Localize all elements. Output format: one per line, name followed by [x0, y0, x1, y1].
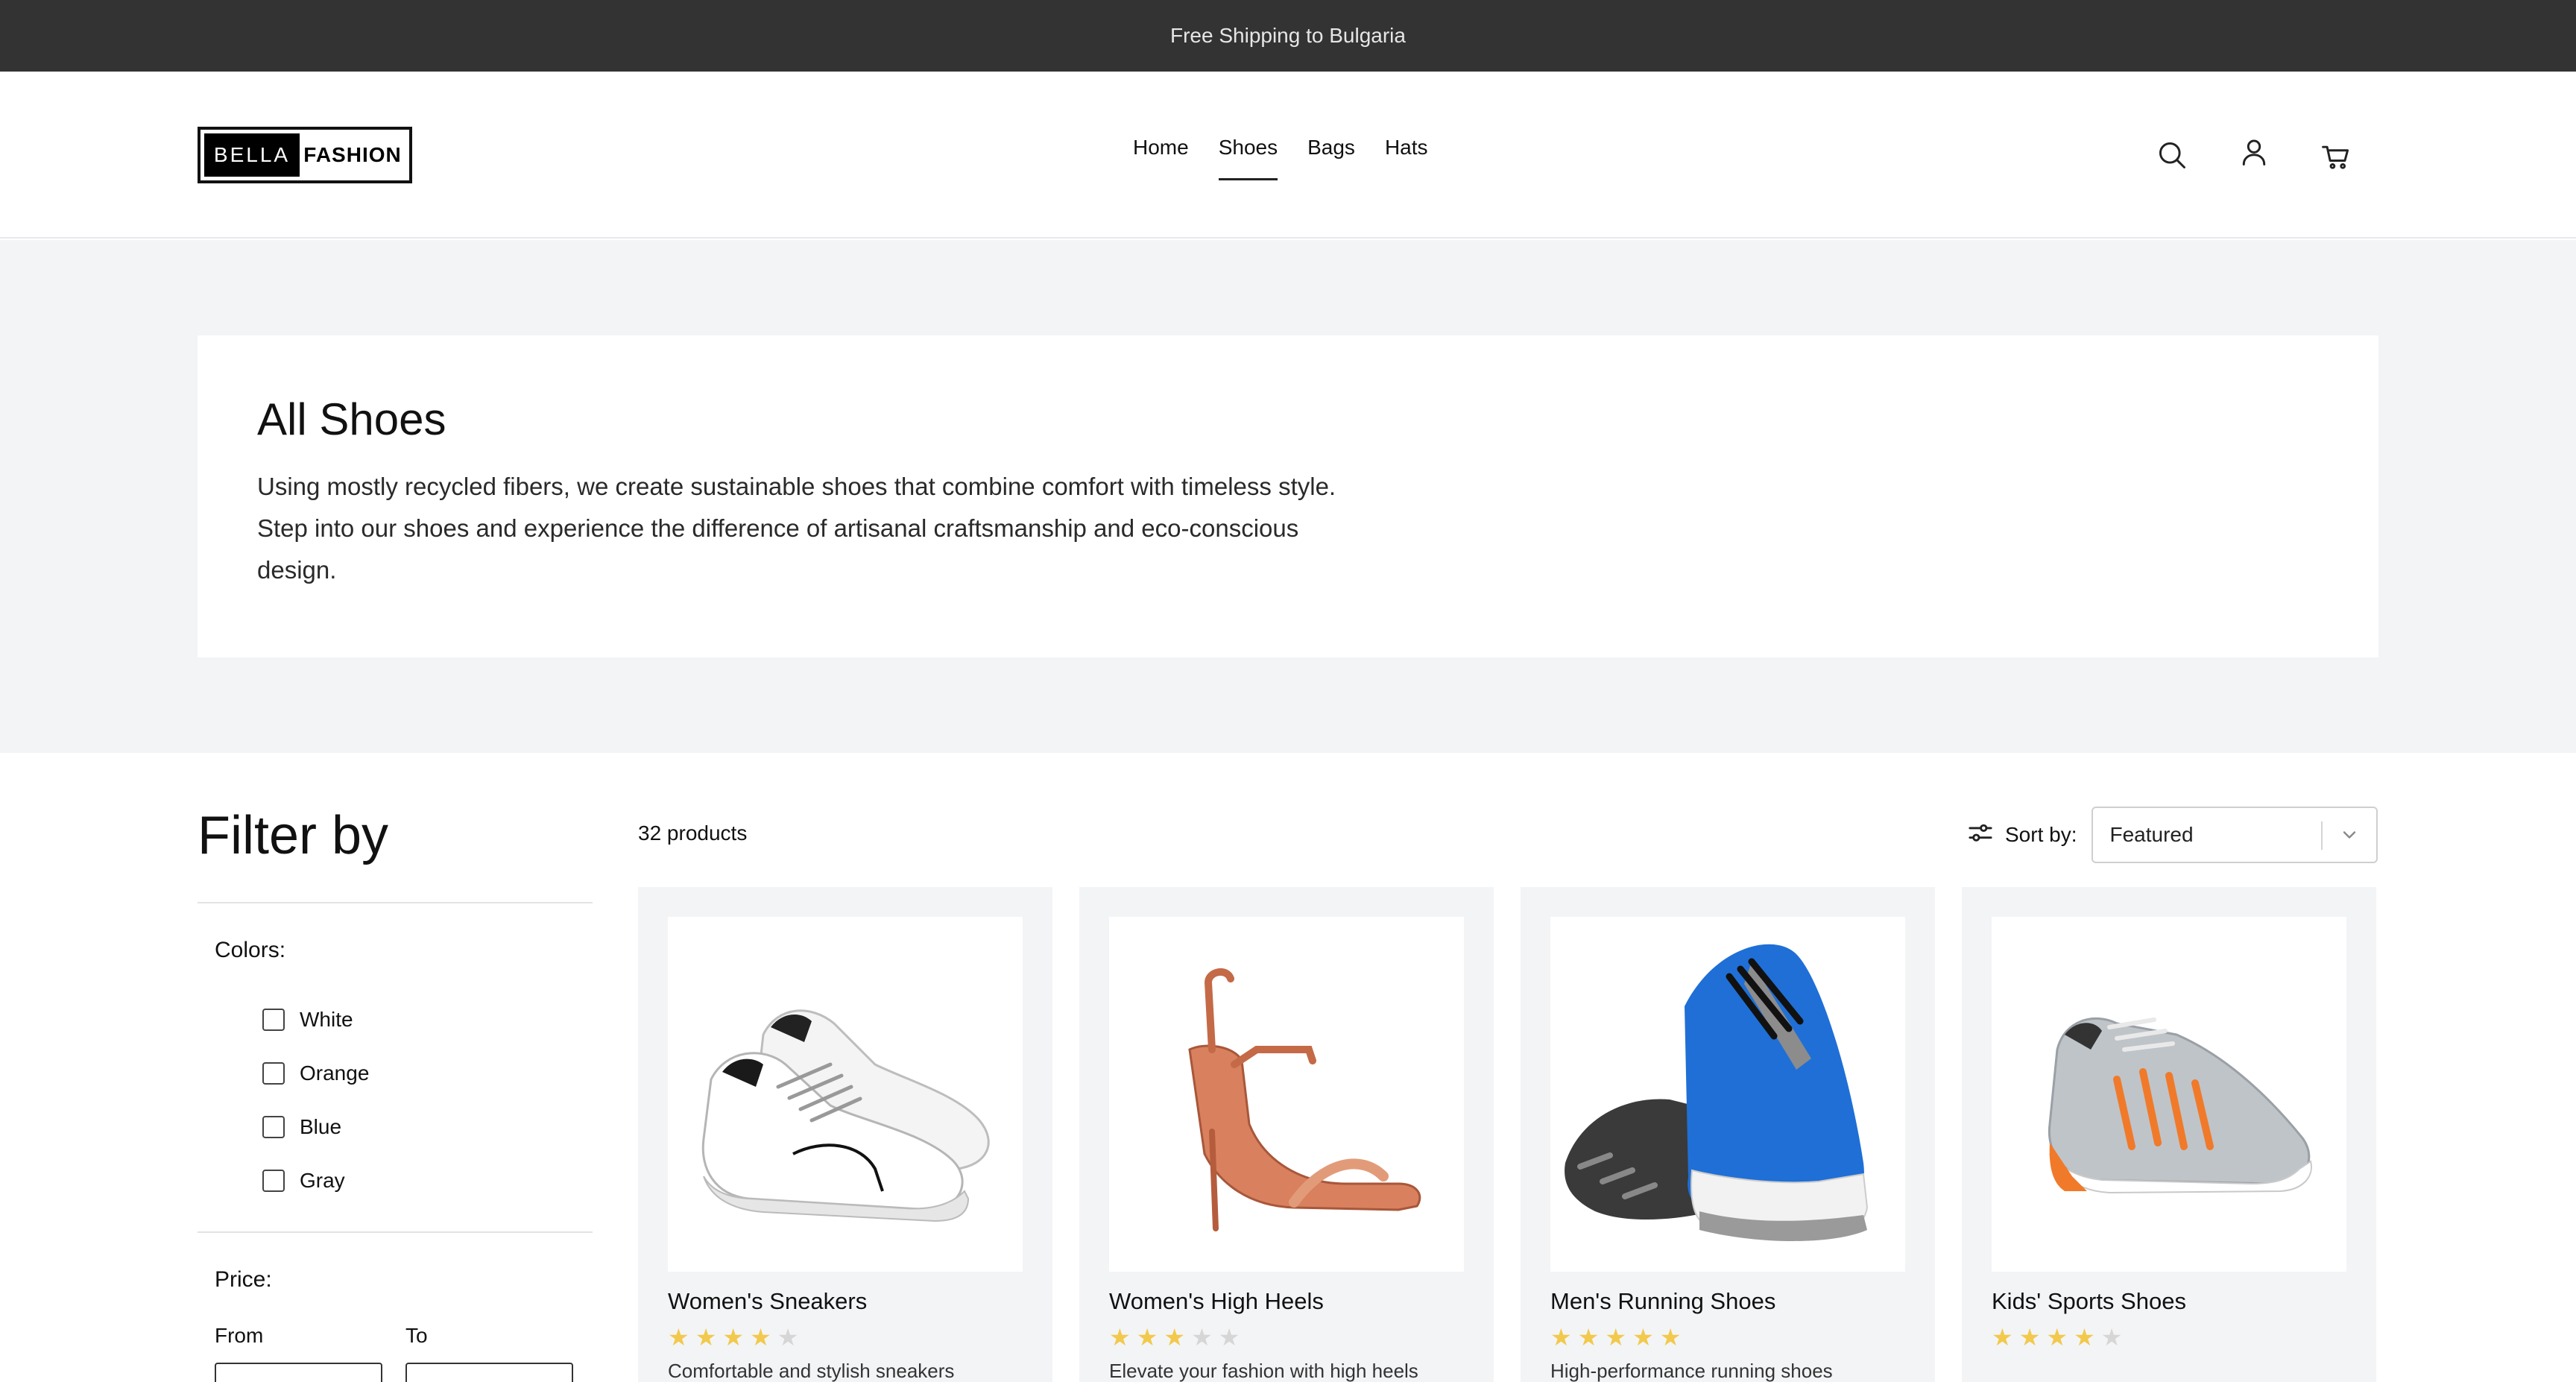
site-header: BELLA FASHION Home Shoes Bags Hats — [0, 72, 2576, 239]
sort-select[interactable]: Featured — [2092, 807, 2378, 863]
page-title: All Shoes — [257, 394, 446, 444]
price-from-input[interactable] — [215, 1363, 382, 1382]
star-filled-icon: ★ — [1577, 1324, 1600, 1351]
star-filled-icon: ★ — [2018, 1324, 2041, 1351]
filter-title: Filter by — [198, 806, 389, 865]
sort-icon — [1968, 822, 1993, 848]
product-name[interactable]: Women's Sneakers — [668, 1288, 1023, 1315]
search-icon[interactable] — [2154, 137, 2190, 173]
logo-fashion: FASHION — [303, 143, 402, 166]
select-separator — [2321, 821, 2323, 850]
product-description: High-performance running shoes — [1550, 1360, 1833, 1382]
star-filled-icon: ★ — [2046, 1324, 2068, 1351]
product-name[interactable]: Men's Running Shoes — [1550, 1288, 1905, 1315]
cart-icon[interactable] — [2318, 139, 2354, 174]
star-filled-icon: ★ — [1164, 1324, 1186, 1351]
announcement-text: Free Shipping to Bulgaria — [1170, 24, 1406, 47]
product-card[interactable]: Women's High Heels ★ ★ ★ ★ ★ Elevate your fa… — [1079, 887, 1494, 1382]
logo-bella: BELLA — [204, 133, 300, 177]
color-label: Gray — [300, 1169, 345, 1192]
star-filled-icon: ★ — [1605, 1324, 1627, 1351]
color-option-orange[interactable]: Orange — [262, 1058, 369, 1088]
price-to-input[interactable] — [405, 1363, 573, 1382]
star-filled-icon: ★ — [1659, 1324, 1682, 1351]
sort-label: Sort by: — [2005, 823, 2077, 846]
rating-stars: ★ ★ ★ ★ ★ — [668, 1325, 1023, 1349]
hero-card: All Shoes Using mostly recycled fibers, … — [198, 335, 2378, 657]
chevron-down-icon — [2339, 824, 2360, 851]
color-label: White — [300, 1008, 353, 1031]
nav-home[interactable]: Home — [1133, 136, 1189, 180]
collection-content: Filter by Colors: White Orange Blue Gray… — [0, 753, 2576, 1382]
color-label: Orange — [300, 1061, 370, 1085]
star-empty-icon: ★ — [777, 1324, 799, 1351]
star-filled-icon: ★ — [695, 1324, 717, 1351]
star-filled-icon: ★ — [1550, 1324, 1572, 1351]
brand-logo[interactable]: BELLA FASHION — [198, 127, 412, 183]
filter-divider — [198, 902, 593, 903]
star-filled-icon: ★ — [668, 1324, 689, 1351]
product-card[interactable]: Men's Running Shoes ★ ★ ★ ★ ★ High-performan… — [1521, 887, 1935, 1382]
star-filled-icon: ★ — [1632, 1324, 1654, 1351]
product-image-heels[interactable] — [1109, 917, 1464, 1272]
color-option-gray[interactable]: Gray — [262, 1166, 345, 1196]
nav-hats[interactable]: Hats — [1385, 136, 1428, 180]
product-image-sneakers[interactable] — [668, 917, 1023, 1272]
color-label: Blue — [300, 1115, 342, 1138]
product-image-kids-shoes[interactable] — [1992, 917, 2346, 1272]
price-from-label: From — [215, 1324, 264, 1347]
product-card[interactable]: Women's Sneakers ★ ★ ★ ★ ★ Comfortable and s… — [638, 887, 1052, 1382]
colors-heading: Colors: — [215, 938, 286, 962]
color-option-white[interactable]: White — [262, 1005, 353, 1035]
announcement-bar: Free Shipping to Bulgaria — [0, 0, 2576, 72]
star-empty-icon: ★ — [1191, 1324, 1213, 1351]
star-filled-icon: ★ — [1109, 1324, 1131, 1351]
color-option-blue[interactable]: Blue — [262, 1112, 341, 1142]
nav-shoes[interactable]: Shoes — [1218, 136, 1278, 180]
product-description: Comfortable and stylish sneakers — [668, 1360, 955, 1382]
star-filled-icon: ★ — [1992, 1324, 2013, 1351]
rating-stars: ★ ★ ★ ★ ★ — [1109, 1325, 1464, 1349]
price-heading: Price: — [215, 1267, 272, 1292]
main-nav: Home Shoes Bags Hats — [1133, 136, 1428, 180]
checkbox[interactable] — [262, 1116, 285, 1138]
checkbox[interactable] — [262, 1009, 285, 1031]
star-filled-icon: ★ — [2074, 1324, 2095, 1351]
product-name[interactable]: Women's High Heels — [1109, 1288, 1464, 1315]
filter-divider — [198, 1231, 593, 1233]
checkbox[interactable] — [262, 1170, 285, 1192]
price-to-label: To — [405, 1324, 428, 1347]
checkbox[interactable] — [262, 1062, 285, 1085]
rating-stars: ★ ★ ★ ★ ★ — [1992, 1325, 2346, 1349]
star-empty-icon: ★ — [2100, 1324, 2123, 1351]
product-image-running-shoes[interactable] — [1550, 917, 1905, 1272]
product-count: 32 products — [638, 821, 748, 845]
product-description: Elevate your fashion with high heels — [1109, 1360, 1418, 1382]
sort-selected-value: Featured — [2109, 823, 2194, 846]
star-filled-icon: ★ — [1136, 1324, 1158, 1351]
star-empty-icon: ★ — [1218, 1324, 1240, 1351]
account-icon[interactable] — [2236, 134, 2272, 170]
nav-bags[interactable]: Bags — [1307, 136, 1355, 180]
product-name[interactable]: Kids' Sports Shoes — [1992, 1288, 2346, 1315]
product-card[interactable]: Kids' Sports Shoes ★ ★ ★ ★ ★ — [1962, 887, 2376, 1382]
sort-control: Sort by: Featured — [1968, 807, 2378, 863]
collection-description: Using mostly recycled fibers, we create … — [257, 473, 1336, 584]
collection-hero: All Shoes Using mostly recycled fibers, … — [0, 240, 2576, 753]
rating-stars: ★ ★ ★ ★ ★ — [1550, 1325, 1905, 1349]
star-filled-icon: ★ — [750, 1324, 771, 1351]
star-filled-icon: ★ — [722, 1324, 745, 1351]
